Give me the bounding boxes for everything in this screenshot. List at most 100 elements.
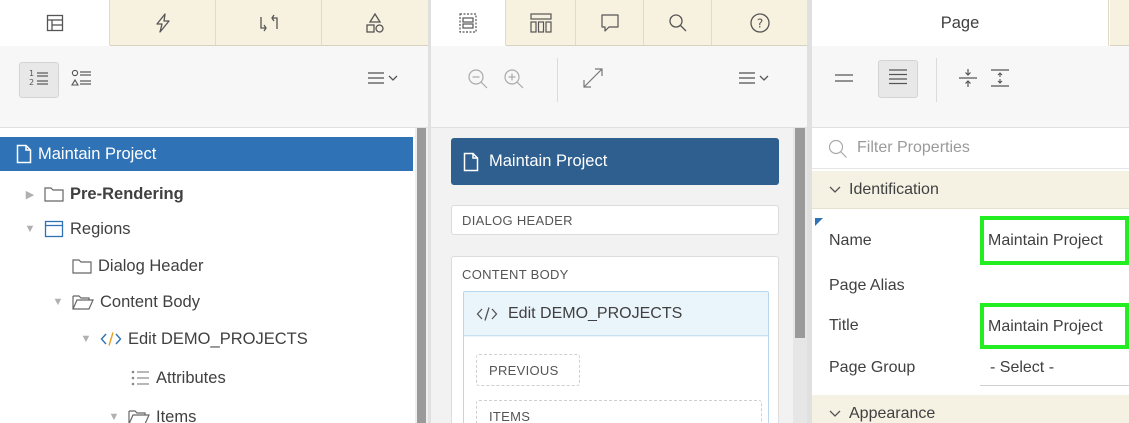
left-menu-button[interactable] [360, 64, 408, 96]
toolbar-separator [557, 58, 558, 102]
layout-pane: ? Maintain Project DIALOG HEADER CONTENT… [431, 0, 807, 423]
tree-node-label: Dialog Header [98, 256, 204, 275]
tree-node-items[interactable]: ▼ Items [0, 400, 196, 423]
numbered-list-icon: 12 [28, 69, 50, 92]
left-scrollbar[interactable] [415, 128, 428, 423]
expand-all-icon [990, 69, 1010, 92]
property-select-page-group[interactable]: - Select - [990, 359, 1054, 377]
expand-arrows-icon [581, 68, 605, 94]
collapsed-triangle-icon[interactable]: ▶ [22, 188, 38, 201]
tree-node-label: Edit DEMO_PROJECTS [128, 329, 308, 348]
comment-icon [600, 13, 620, 33]
tab-layout[interactable] [431, 0, 506, 46]
section-title: Identification [849, 180, 939, 198]
tab-search[interactable] [644, 0, 712, 46]
tree-node-label: Maintain Project [38, 144, 157, 163]
middle-scrollbar[interactable] [793, 128, 807, 423]
collapse-all-button[interactable] [958, 68, 978, 93]
tab-page[interactable]: Page [812, 0, 1109, 46]
property-label-page-group: Page Group [829, 359, 916, 376]
left-toolbar: 12 [0, 46, 428, 128]
toolbar-separator [936, 58, 937, 102]
middle-toolbar [431, 46, 807, 128]
tab-messages[interactable] [576, 0, 644, 46]
expanded-triangle-icon[interactable]: ▼ [50, 296, 66, 308]
view-by-type-button[interactable] [62, 62, 102, 98]
tree-node-regions[interactable]: ▼ Regions [0, 212, 131, 246]
show-common-button[interactable] [834, 70, 854, 91]
middle-tab-bar: ? [431, 0, 807, 46]
slot-items[interactable]: ITEMS [476, 400, 762, 423]
content-body-slot[interactable]: CONTENT BODY Edit DEMO_PROJECTS PREVIOUS… [451, 256, 779, 423]
rendering-tree-icon [46, 14, 64, 32]
expanded-triangle-icon[interactable]: ▼ [106, 411, 122, 423]
hamburger-menu-icon [367, 71, 401, 90]
tab-rendering[interactable] [0, 0, 110, 46]
tab-gallery[interactable] [506, 0, 576, 46]
section-identification[interactable]: Identification [812, 171, 1129, 209]
view-by-order-button[interactable]: 12 [19, 62, 59, 98]
expanded-triangle-icon[interactable]: ▼ [78, 333, 94, 345]
expand-button[interactable] [581, 66, 605, 95]
folder-icon [44, 186, 64, 202]
chevron-down-icon [829, 410, 841, 418]
tree-node-edit-demo-projects[interactable]: ▼ Edit DEMO_PROJECTS [0, 322, 308, 356]
tab-shared-components[interactable] [322, 0, 428, 46]
attributes-list-icon [130, 369, 150, 387]
expanded-triangle-icon[interactable]: ▼ [22, 223, 38, 235]
dialog-header-label: DIALOG HEADER [462, 213, 573, 228]
svg-text:?: ? [756, 16, 762, 30]
layout-page-card[interactable]: Maintain Project [451, 138, 779, 185]
left-scrollbar-thumb[interactable] [417, 128, 426, 423]
page-icon [463, 152, 479, 172]
search-icon [668, 13, 688, 33]
highlight-box-title [980, 303, 1129, 349]
folder-open-icon [128, 409, 150, 423]
region-card-edit-demo-projects[interactable]: Edit DEMO_PROJECTS PREVIOUS ITEMS [463, 291, 769, 423]
filter-properties-field[interactable]: Filter Properties [812, 129, 1129, 169]
property-label-page-alias: Page Alias [829, 277, 905, 294]
tree-node-label: Regions [70, 219, 131, 238]
region-card-header: Edit DEMO_PROJECTS [464, 292, 768, 336]
search-icon [828, 139, 848, 164]
property-label-name: Name [829, 232, 872, 249]
tree-node-page[interactable]: Maintain Project [0, 137, 413, 171]
show-all-button[interactable] [878, 60, 918, 98]
changed-indicator-icon [815, 213, 823, 231]
code-icon [100, 331, 122, 347]
select-underline [980, 385, 1129, 386]
collapse-all-icon [958, 69, 978, 92]
region-icon [44, 220, 64, 238]
tree-node-label: Pre-Rendering [70, 184, 184, 203]
tree-node-label: Attributes [156, 368, 226, 387]
tree-node-dialog-header[interactable]: Dialog Header [0, 249, 203, 283]
tab-dynamic-actions[interactable] [110, 0, 216, 46]
tree-node-attributes[interactable]: Attributes [0, 361, 226, 395]
filter-properties-placeholder: Filter Properties [857, 139, 970, 156]
dialog-header-slot[interactable]: DIALOG HEADER [451, 205, 779, 235]
property-label-title: Title [829, 317, 859, 334]
gallery-icon [529, 12, 552, 33]
two-lines-icon [834, 73, 854, 90]
section-appearance[interactable]: Appearance [812, 395, 1129, 423]
section-title: Appearance [849, 404, 936, 422]
zoom-in-button[interactable] [503, 68, 525, 95]
zoom-out-button[interactable] [467, 68, 489, 95]
middle-scrollbar-thumb[interactable] [795, 128, 805, 338]
tree-node-pre-rendering[interactable]: ▶ Pre-Rendering [0, 177, 184, 211]
shared-components-icon [364, 12, 386, 34]
tab-processing[interactable] [216, 0, 322, 46]
svg-text:2: 2 [29, 78, 34, 87]
tab-help[interactable]: ? [712, 0, 807, 46]
lightning-icon [153, 12, 173, 33]
zoom-out-icon [467, 69, 489, 94]
middle-menu-button[interactable] [731, 64, 779, 96]
layout-page-title: Maintain Project [489, 152, 608, 170]
layout-icon [459, 12, 477, 33]
slot-previous[interactable]: PREVIOUS [476, 354, 580, 386]
tree-node-content-body[interactable]: ▼ Content Body [0, 285, 200, 319]
hamburger-menu-icon [738, 71, 772, 90]
help-icon: ? [749, 12, 771, 34]
tab-next[interactable] [1110, 0, 1129, 46]
expand-all-button[interactable] [990, 68, 1010, 93]
